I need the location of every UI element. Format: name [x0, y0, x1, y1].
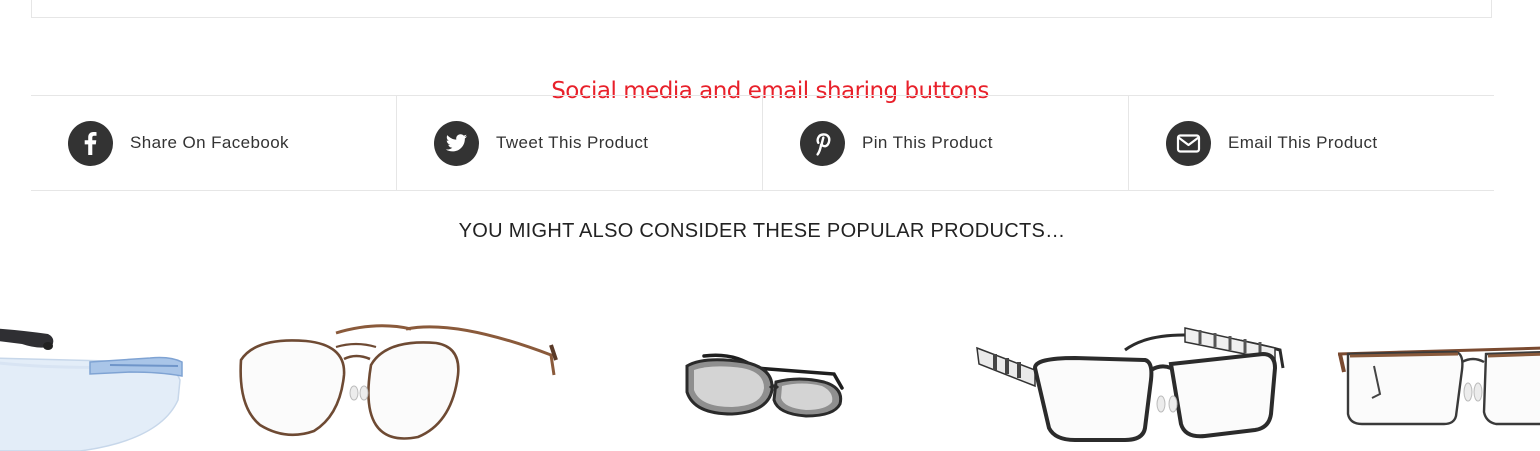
envelope-icon [1166, 120, 1211, 166]
product-image-brown-eyeglasses [1337, 346, 1540, 426]
related-products-heading: YOU MIGHT ALSO CONSIDER THESE POPULAR PR… [458, 220, 1066, 242]
share-twitter-label: Tweet This Product [496, 133, 649, 152]
share-email-label: Email This Product [1228, 133, 1378, 152]
product-image-safety-glasses [0, 328, 183, 451]
share-email-button[interactable]: Email This Product [1129, 96, 1494, 190]
related-product-1[interactable] [0, 310, 190, 451]
share-facebook-button[interactable]: Share On Facebook [31, 96, 397, 190]
product-image-aviator-eyeglasses [239, 324, 558, 440]
related-product-4[interactable] [975, 320, 1285, 445]
share-bar: Share On Facebook Tweet This Product Pin… [31, 95, 1494, 191]
product-image-wraparound-sunglasses [685, 353, 844, 418]
share-twitter-button[interactable]: Tweet This Product [397, 96, 763, 190]
product-image-black-eyeglasses [976, 327, 1285, 442]
pinterest-icon [800, 120, 845, 166]
share-pinterest-button[interactable]: Pin This Product [763, 96, 1129, 190]
facebook-icon [68, 120, 113, 166]
twitter-icon [434, 120, 479, 166]
related-product-5[interactable] [1336, 346, 1540, 436]
related-product-3[interactable] [684, 352, 849, 418]
share-facebook-label: Share On Facebook [130, 133, 289, 152]
content-panel-bottom-edge [31, 0, 1492, 18]
related-products-carousel [0, 270, 1540, 451]
related-product-2[interactable] [236, 315, 561, 451]
share-pinterest-label: Pin This Product [862, 133, 993, 152]
